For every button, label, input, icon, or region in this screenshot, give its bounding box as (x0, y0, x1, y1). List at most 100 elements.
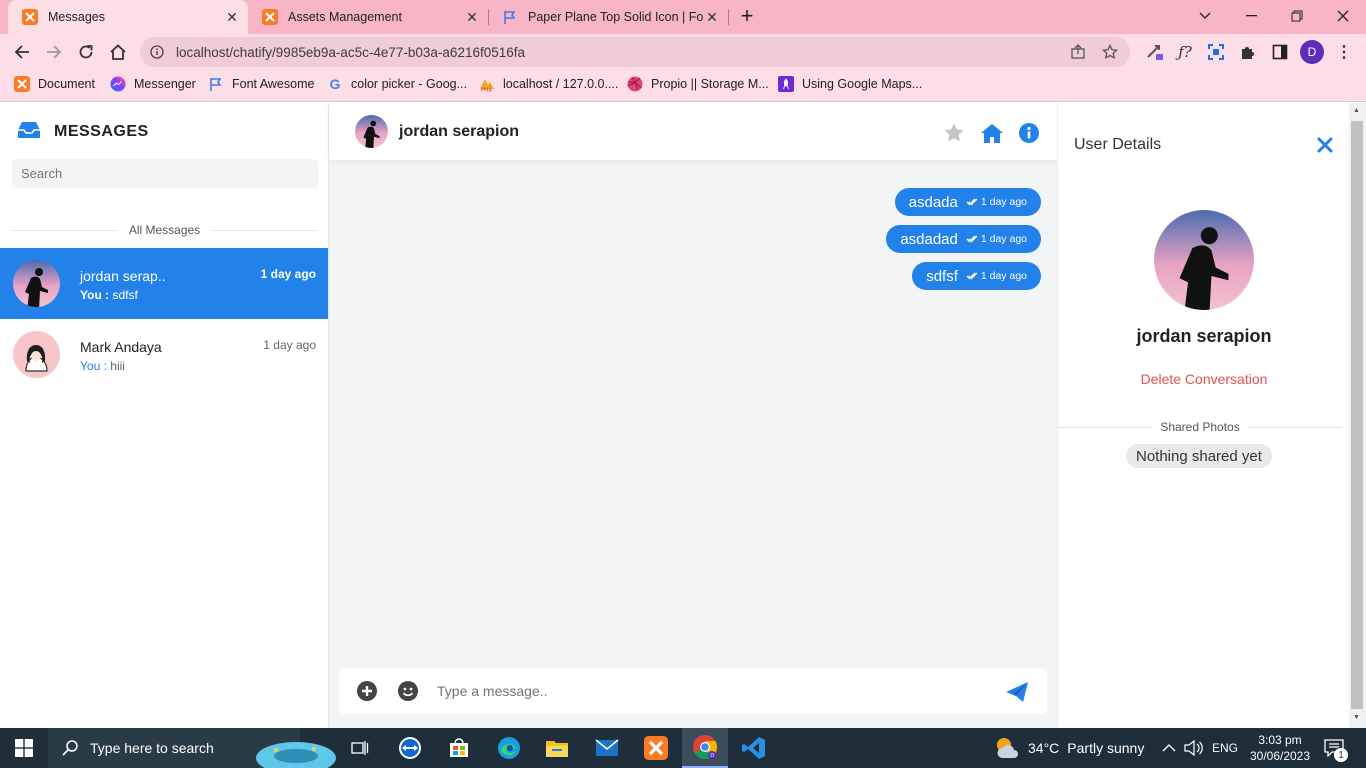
bookmark-color-picker[interactable]: Gcolor picker - Goog... (327, 70, 467, 98)
scroll-up-arrow[interactable]: ▲ (1353, 107, 1360, 114)
scrollbar-thumb[interactable] (1351, 121, 1363, 709)
message-bubble[interactable]: sdfsf 1 day ago (912, 262, 1041, 290)
xampp-icon[interactable] (640, 728, 672, 768)
bookmark-document[interactable]: Document (14, 70, 95, 98)
double-check-icon (966, 234, 977, 244)
bookmark-star-icon[interactable] (1102, 44, 1118, 60)
contact-time: 1 day ago (260, 267, 316, 281)
teamviewer-icon[interactable] (394, 728, 426, 768)
new-tab-button[interactable]: + (724, 0, 770, 32)
attach-plus-icon[interactable] (356, 680, 378, 702)
page-scrollbar[interactable]: ▲ ▼ (1349, 103, 1366, 728)
avatar (13, 260, 60, 307)
inbox-icon (16, 121, 42, 142)
user-details-panel: User Details jordan serapion Delete Conv… (1057, 103, 1349, 728)
extensions-puzzle-icon[interactable] (1236, 40, 1260, 64)
message-time: 1 day ago (980, 270, 1027, 282)
you-prefix: You : (80, 359, 107, 373)
browser-menu-icon[interactable]: ⋮ (1332, 40, 1356, 64)
task-view-icon[interactable] (344, 728, 376, 768)
url-text: localhost/chatify/9985eb9a-ac5c-4e77-b03… (176, 44, 526, 60)
notification-center-icon[interactable]: 1 (1324, 728, 1348, 768)
weather-widget[interactable]: 34°C Partly sunny (994, 728, 1144, 768)
mail-icon[interactable] (591, 728, 623, 768)
search-icon (62, 740, 78, 756)
clock[interactable]: 3:03 pm 30/06/2023 (1247, 728, 1313, 768)
minimize-button[interactable] (1228, 0, 1274, 32)
forward-button[interactable] (40, 38, 68, 66)
language-indicator[interactable]: ENG (1212, 728, 1238, 768)
svg-text:D: D (710, 753, 714, 759)
messenger-icon (110, 76, 126, 92)
home-button[interactable] (104, 38, 132, 66)
message-time: 1 day ago (980, 196, 1027, 208)
last-message-text: sdfsf (112, 288, 138, 302)
search-input[interactable] (12, 159, 318, 188)
message-input[interactable] (437, 677, 977, 705)
chat-panel: jordan serapion asdada 1 day ago asdadad… (329, 103, 1057, 728)
windows-start-icon[interactable] (0, 728, 48, 768)
screenshot-icon[interactable] (1204, 40, 1228, 64)
bookmark-google-maps[interactable]: Using Google Maps... (778, 70, 922, 98)
double-check-icon (966, 271, 977, 281)
partly-sunny-icon (994, 736, 1020, 760)
xampp-icon (262, 9, 278, 25)
tab-assets-management[interactable]: Assets Management ✕ (248, 0, 488, 34)
vscode-icon[interactable] (738, 728, 770, 768)
profile-avatar[interactable]: D (1300, 40, 1324, 64)
side-panel-icon[interactable] (1268, 40, 1292, 64)
bookmark-propio[interactable]: Propio || Storage M... (627, 70, 769, 98)
site-info-icon[interactable] (150, 45, 164, 59)
message-text: asdada (908, 193, 958, 211)
chrome-icon[interactable]: D (682, 728, 728, 768)
home-icon[interactable] (980, 121, 1004, 145)
font-finder-icon[interactable]: ƒ? (1173, 40, 1197, 64)
back-button[interactable] (8, 38, 36, 66)
close-details-icon[interactable] (1316, 136, 1334, 154)
message-bubble[interactable]: asdadad 1 day ago (886, 225, 1041, 253)
tab-font-awesome[interactable]: Paper Plane Top Solid Icon | Font ✕ (488, 0, 728, 34)
taskbar-search-box[interactable]: Type here to search (48, 728, 336, 768)
restore-button[interactable] (1274, 0, 1320, 32)
bookmark-font-awesome[interactable]: Font Awesome (208, 70, 314, 98)
contact-item-mark[interactable]: Mark Andaya You : hiii 1 day ago (0, 319, 328, 390)
taskbar-search-placeholder: Type here to search (90, 740, 214, 756)
share-icon[interactable] (1070, 44, 1086, 60)
tab-messages[interactable]: Messages ✕ (8, 0, 248, 34)
close-tab-icon[interactable]: ✕ (224, 9, 240, 26)
show-hidden-icons-chevron[interactable] (1162, 728, 1176, 768)
contact-item-jordan[interactable]: jordan serap.. You : sdfsf 1 day ago (0, 248, 328, 319)
microsoft-store-icon[interactable] (443, 728, 475, 768)
bookmark-label: Using Google Maps... (802, 77, 923, 91)
contact-name: Mark Andaya (80, 339, 162, 355)
address-bar[interactable]: localhost/chatify/9985eb9a-ac5c-4e77-b03… (140, 37, 1130, 67)
volume-icon[interactable] (1184, 728, 1204, 768)
bookmark-label: Messenger (134, 77, 196, 91)
reload-button[interactable] (72, 38, 100, 66)
clock-time: 3:03 pm (1258, 733, 1302, 747)
emoji-icon[interactable] (397, 680, 419, 702)
send-paper-plane-icon[interactable] (1004, 680, 1030, 704)
header-avatar[interactable] (355, 115, 388, 148)
shared-photos-label: Shared Photos (1160, 420, 1240, 434)
close-window-button[interactable] (1320, 0, 1366, 32)
file-explorer-icon[interactable] (541, 728, 573, 768)
bookmark-messenger[interactable]: Messenger (110, 70, 196, 98)
tab-title: Paper Plane Top Solid Icon | Font (528, 10, 704, 24)
info-icon[interactable] (1017, 121, 1041, 145)
delete-conversation-link[interactable]: Delete Conversation (1058, 371, 1350, 387)
message-bubble[interactable]: asdada 1 day ago (894, 188, 1041, 216)
chat-header: jordan serapion (329, 103, 1057, 160)
details-title: User Details (1074, 136, 1162, 153)
favorite-star-icon[interactable] (942, 121, 966, 145)
bookmark-phpmyadmin[interactable]: PMA localhost / 127.0.0.... (479, 70, 618, 98)
close-tab-icon[interactable]: ✕ (704, 9, 720, 26)
tab-search-button[interactable] (1182, 0, 1228, 32)
extension-icon[interactable] (1143, 40, 1167, 64)
scroll-down-arrow[interactable]: ▼ (1353, 714, 1360, 721)
dribbble-icon (627, 76, 643, 92)
close-tab-icon[interactable]: ✕ (464, 9, 480, 26)
browser-toolbar: localhost/chatify/9985eb9a-ac5c-4e77-b03… (0, 34, 1366, 70)
edge-icon[interactable] (493, 728, 525, 768)
contact-time: 1 day ago (263, 338, 316, 352)
